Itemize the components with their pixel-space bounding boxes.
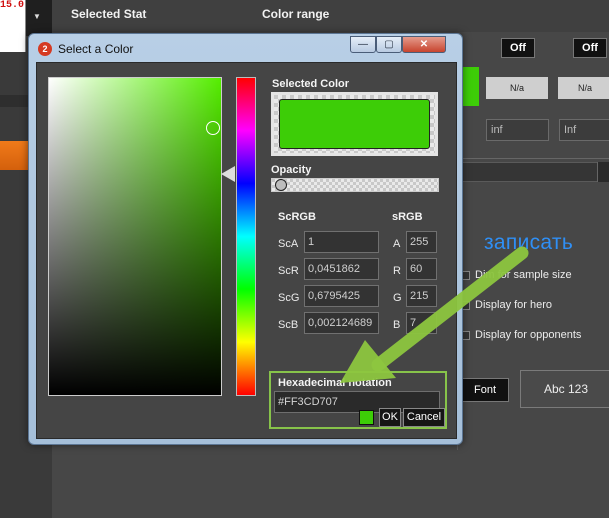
color-range-header: Color range	[262, 7, 330, 21]
left-red-value: 15.0	[0, 0, 25, 11]
color-picker-cursor[interactable]	[206, 121, 220, 135]
color-range-swatch[interactable]	[461, 67, 479, 106]
current-color-swatch	[359, 410, 374, 425]
scrgb-label: ScRGB	[278, 211, 316, 223]
dialog-title: Select a Color	[58, 42, 134, 56]
scg-field[interactable]: 0,6795425	[304, 285, 379, 307]
sca-label: ScA	[278, 238, 299, 250]
divider	[460, 158, 609, 159]
maximize-icon: ▢	[384, 39, 394, 50]
opacity-slider-thumb[interactable]	[275, 179, 287, 191]
hue-slider-thumb[interactable]	[221, 166, 235, 182]
saturation-value-canvas[interactable]	[48, 77, 222, 396]
na-cell-2: N/a	[558, 77, 609, 99]
minimize-button[interactable]: —	[350, 36, 376, 53]
close-icon: ✕	[419, 39, 429, 50]
annotation-text: записать	[484, 231, 574, 254]
combo-box[interactable]	[460, 162, 609, 182]
dialog-body: Selected Color Opacity ScRGB sRGB ScA 1 …	[36, 62, 457, 439]
maximize-button[interactable]: ▢	[376, 36, 402, 53]
r-label: R	[393, 265, 401, 277]
na-cell-1: N/a	[486, 77, 548, 99]
cancel-button[interactable]: Cancel	[403, 408, 445, 427]
font-button[interactable]: Font	[461, 378, 509, 402]
select-color-dialog: 2 Select a Color — ▢ ✕ Selected Color Op…	[28, 33, 463, 445]
checkbox-display-for-opponents[interactable]: Display for opponents	[461, 329, 609, 343]
off-button-2[interactable]: Off	[573, 38, 607, 58]
inf-field-2[interactable]: Inf	[559, 119, 609, 141]
scr-label: ScR	[278, 265, 299, 277]
b-field[interactable]: 7	[406, 312, 437, 334]
font-preview: Abc 123	[520, 370, 609, 408]
b-label: B	[393, 319, 401, 331]
a-field[interactable]: 255	[406, 231, 437, 253]
combo-button[interactable]	[597, 162, 609, 182]
checkbox-display-for-hero[interactable]: Display for hero	[461, 299, 609, 313]
a-label: A	[393, 238, 401, 250]
off-button-1[interactable]: Off	[501, 38, 535, 58]
close-button[interactable]: ✕	[402, 36, 446, 53]
minimize-icon: —	[358, 39, 368, 50]
app-icon: 2	[38, 42, 52, 56]
scb-field[interactable]: 0,002124689	[304, 312, 379, 334]
selected-color-swatch	[279, 99, 430, 149]
hue-slider[interactable]	[236, 77, 256, 396]
scb-label: ScB	[278, 319, 299, 331]
checkbox-label: Dim for sample size	[475, 269, 572, 281]
chevron-down-icon[interactable]: ▼	[33, 12, 41, 21]
scg-label: ScG	[278, 292, 300, 304]
selected-color-preview	[271, 92, 438, 156]
checkbox-label: Display for opponents	[475, 329, 582, 341]
selected-stat-header: Selected Stat	[71, 7, 147, 21]
scr-field[interactable]: 0,0451862	[304, 258, 379, 280]
opacity-label: Opacity	[271, 164, 312, 176]
sca-field[interactable]: 1	[304, 231, 379, 253]
srgb-label: sRGB	[392, 211, 423, 223]
checkbox-dim-for-sample-size[interactable]: Dim for sample size	[461, 269, 609, 283]
r-field[interactable]: 60	[406, 258, 437, 280]
opacity-slider[interactable]	[271, 178, 439, 192]
selected-color-label: Selected Color	[272, 78, 350, 90]
hex-label: Hexadecimal notation	[278, 377, 392, 389]
g-field[interactable]: 215	[406, 285, 437, 307]
ok-button[interactable]: OK	[379, 408, 401, 427]
inf-field-1[interactable]: inf	[486, 119, 549, 141]
g-label: G	[393, 292, 402, 304]
checkbox-label: Display for hero	[475, 299, 553, 311]
